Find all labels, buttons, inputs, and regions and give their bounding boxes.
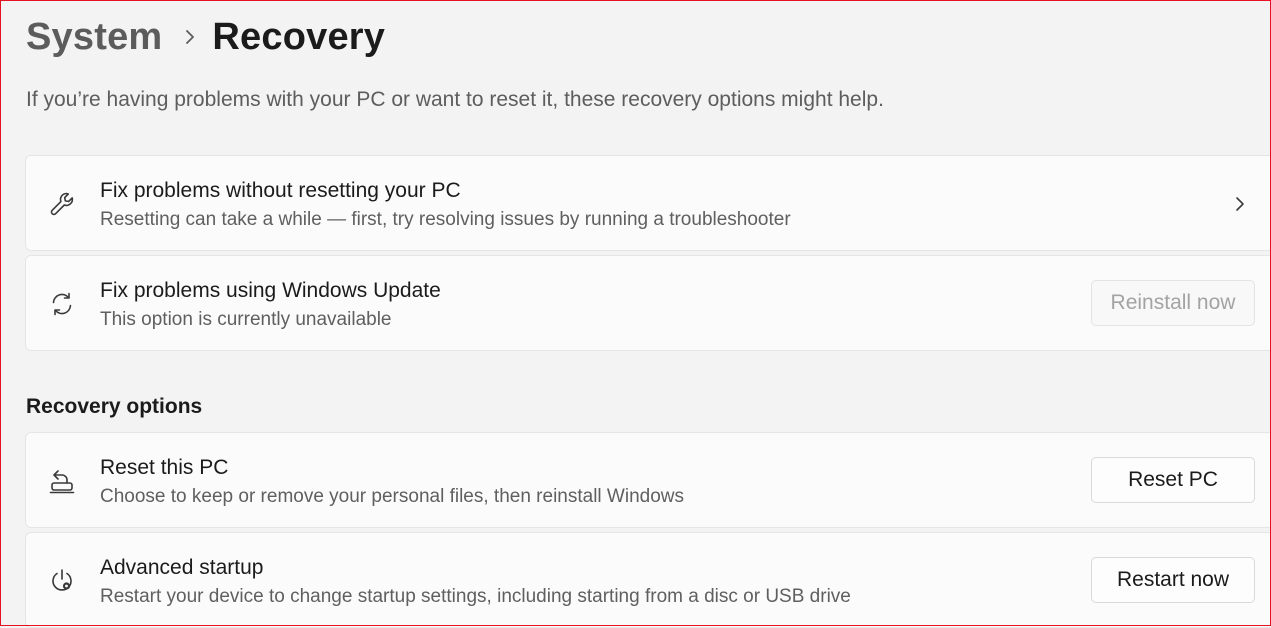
card-description: This option is currently unavailable bbox=[100, 309, 392, 330]
card-title: Reset this PC bbox=[100, 456, 229, 479]
advanced-startup-icon bbox=[48, 567, 76, 595]
card-advanced-startup: Advanced startup Restart your device to … bbox=[25, 532, 1271, 628]
restart-now-button[interactable]: Restart now bbox=[1091, 557, 1255, 603]
wrench-icon bbox=[48, 190, 76, 218]
card-description: Choose to keep or remove your personal f… bbox=[100, 486, 685, 507]
reset-pc-icon bbox=[48, 467, 76, 495]
card-fix-problems-windows-update: Fix problems using Windows Update This o… bbox=[25, 255, 1271, 351]
card-description: Resetting can take a while — first, try … bbox=[100, 209, 791, 230]
breadcrumb-parent-system[interactable]: System bbox=[26, 16, 162, 59]
card-reset-this-pc: Reset this PC Choose to keep or remove y… bbox=[25, 432, 1271, 528]
chevron-right-icon bbox=[184, 28, 196, 46]
reset-pc-button[interactable]: Reset PC bbox=[1091, 457, 1255, 503]
card-title: Fix problems without resetting your PC bbox=[100, 179, 461, 202]
card-title: Fix problems using Windows Update bbox=[100, 279, 441, 302]
page-description: If you’re having problems with your PC o… bbox=[26, 88, 884, 111]
breadcrumb: System Recovery bbox=[26, 14, 385, 60]
reinstall-now-button[interactable]: Reinstall now bbox=[1091, 280, 1255, 326]
card-description: Restart your device to change startup se… bbox=[100, 586, 851, 607]
card-fix-problems-troubleshooter[interactable]: Fix problems without resetting your PC R… bbox=[25, 155, 1271, 251]
section-heading-recovery-options: Recovery options bbox=[26, 395, 203, 418]
chevron-right-icon bbox=[1234, 194, 1246, 219]
sync-icon bbox=[48, 290, 76, 318]
card-title: Advanced startup bbox=[100, 556, 264, 579]
page-title: Recovery bbox=[212, 15, 386, 58]
